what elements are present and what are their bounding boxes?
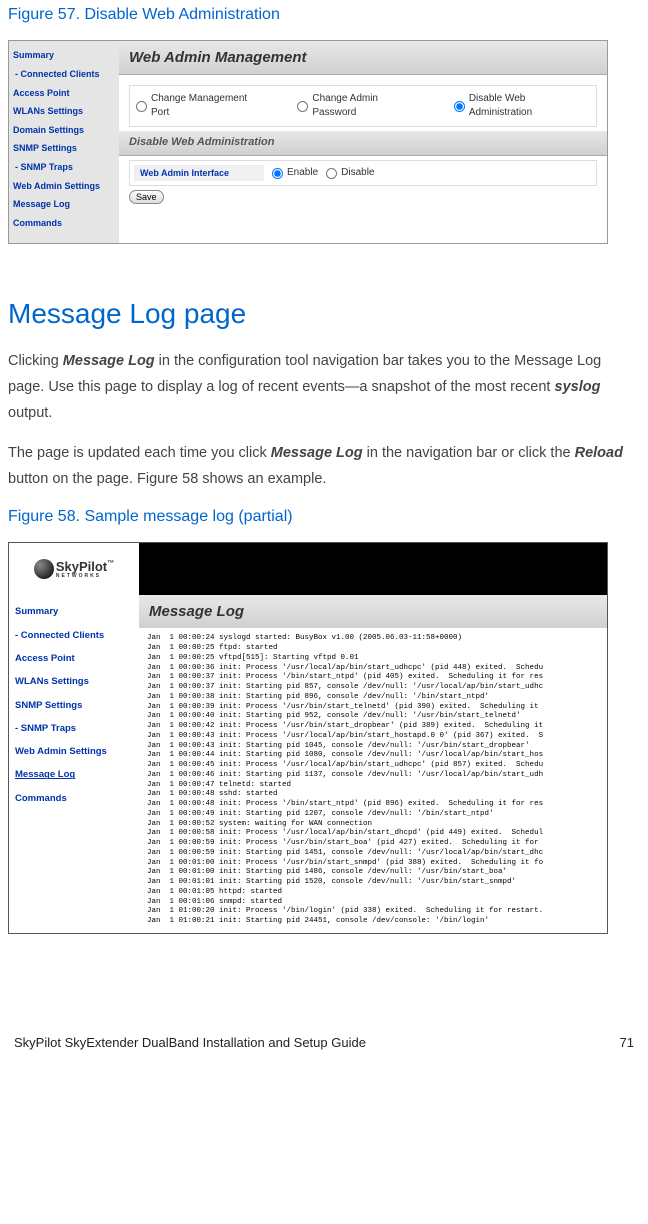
radio-change-port[interactable]: Change Management Port bbox=[136, 92, 267, 120]
radio-enable[interactable]: Enable bbox=[272, 166, 318, 180]
radio-disable[interactable]: Disable bbox=[326, 166, 374, 180]
logo-subtext: NETWORKS bbox=[56, 574, 114, 579]
log-panel: Message Log Jan 1 00:00:24 syslogd start… bbox=[139, 595, 607, 933]
logo-bar: SkyPilot™ NETWORKS bbox=[9, 543, 607, 595]
radio-input-enable[interactable] bbox=[272, 168, 283, 179]
log-content: Jan 1 00:00:24 syslogd started: BusyBox … bbox=[139, 628, 607, 933]
nav-summary[interactable]: Summary bbox=[13, 49, 115, 62]
setting-label: Web Admin Interface bbox=[134, 165, 264, 182]
nav-message-log[interactable]: Message Log bbox=[13, 198, 115, 211]
radio-input-change-port[interactable] bbox=[136, 101, 147, 112]
radio-input-disable[interactable] bbox=[326, 168, 337, 179]
nav-web-admin-settings[interactable]: Web Admin Settings bbox=[13, 180, 115, 193]
screenshot-web-admin: Summary - Connected Clients Access Point… bbox=[8, 40, 608, 244]
radio-label: Change Admin Password bbox=[312, 92, 423, 120]
logo-text: SkyPilot bbox=[56, 559, 107, 574]
figure-58-title: Figure 58. Sample message log (partial) bbox=[8, 506, 640, 528]
header-black-bar bbox=[139, 543, 607, 595]
subsection-title: Disable Web Administration bbox=[119, 131, 607, 155]
logo-tm: ™ bbox=[107, 560, 114, 567]
save-button[interactable]: Save bbox=[129, 190, 164, 204]
figure-57-title: Figure 57. Disable Web Administration bbox=[8, 4, 640, 26]
nav-web-admin-settings[interactable]: Web Admin Settings bbox=[15, 745, 133, 758]
nav-snmp-settings[interactable]: SNMP Settings bbox=[13, 142, 115, 155]
nav-domain-settings[interactable]: Domain Settings bbox=[13, 124, 115, 137]
panel-header: Web Admin Management bbox=[119, 41, 607, 75]
nav-message-log[interactable]: Message Log bbox=[15, 768, 133, 781]
nav-snmp-traps[interactable]: - SNMP Traps bbox=[13, 161, 115, 174]
nav-snmp-traps[interactable]: - SNMP Traps bbox=[15, 722, 133, 735]
radio-label: Enable bbox=[287, 166, 318, 180]
footer-page-number: 71 bbox=[620, 1034, 634, 1052]
logo-box: SkyPilot™ NETWORKS bbox=[9, 543, 139, 595]
nav-summary[interactable]: Summary bbox=[15, 605, 133, 618]
nav-commands[interactable]: Commands bbox=[15, 792, 133, 805]
nav-connected-clients[interactable]: - Connected Clients bbox=[13, 68, 115, 81]
nav-commands[interactable]: Commands bbox=[13, 217, 115, 230]
radio-disable-webadmin[interactable]: Disable Web Administration bbox=[454, 92, 590, 120]
section-heading: Message Log page bbox=[8, 294, 640, 333]
paragraph-2: The page is updated each time you click … bbox=[8, 440, 640, 492]
radio-change-password[interactable]: Change Admin Password bbox=[297, 92, 423, 120]
nav-connected-clients[interactable]: - Connected Clients bbox=[15, 629, 133, 642]
nav-access-point[interactable]: Access Point bbox=[13, 87, 115, 100]
nav-snmp-settings[interactable]: SNMP Settings bbox=[15, 699, 133, 712]
radio-label: Change Management Port bbox=[151, 92, 267, 120]
nav-access-point[interactable]: Access Point bbox=[15, 652, 133, 665]
page-footer: SkyPilot SkyExtender DualBand Installati… bbox=[8, 1034, 640, 1052]
radio-tab-row: Change Management Port Change Admin Pass… bbox=[129, 85, 597, 127]
nav-wlans-settings[interactable]: WLANs Settings bbox=[13, 105, 115, 118]
screenshot-message-log: SkyPilot™ NETWORKS Summary - Connected C… bbox=[8, 542, 608, 934]
sidebar-nav-2: Summary - Connected Clients Access Point… bbox=[9, 595, 139, 933]
radio-input-disable-webadmin[interactable] bbox=[454, 101, 465, 112]
nav-wlans-settings[interactable]: WLANs Settings bbox=[15, 675, 133, 688]
radio-label: Disable Web Administration bbox=[469, 92, 590, 120]
log-header: Message Log bbox=[139, 595, 607, 628]
skypilot-logo-icon bbox=[34, 559, 54, 579]
footer-title: SkyPilot SkyExtender DualBand Installati… bbox=[14, 1034, 366, 1052]
main-panel: Web Admin Management Change Management P… bbox=[119, 41, 607, 243]
radio-label: Disable bbox=[341, 166, 374, 180]
setting-row: Web Admin Interface Enable Disable bbox=[129, 160, 597, 187]
paragraph-1: Clicking Message Log in the configuratio… bbox=[8, 348, 640, 426]
radio-input-change-password[interactable] bbox=[297, 101, 308, 112]
sidebar-nav-1: Summary - Connected Clients Access Point… bbox=[9, 41, 119, 243]
